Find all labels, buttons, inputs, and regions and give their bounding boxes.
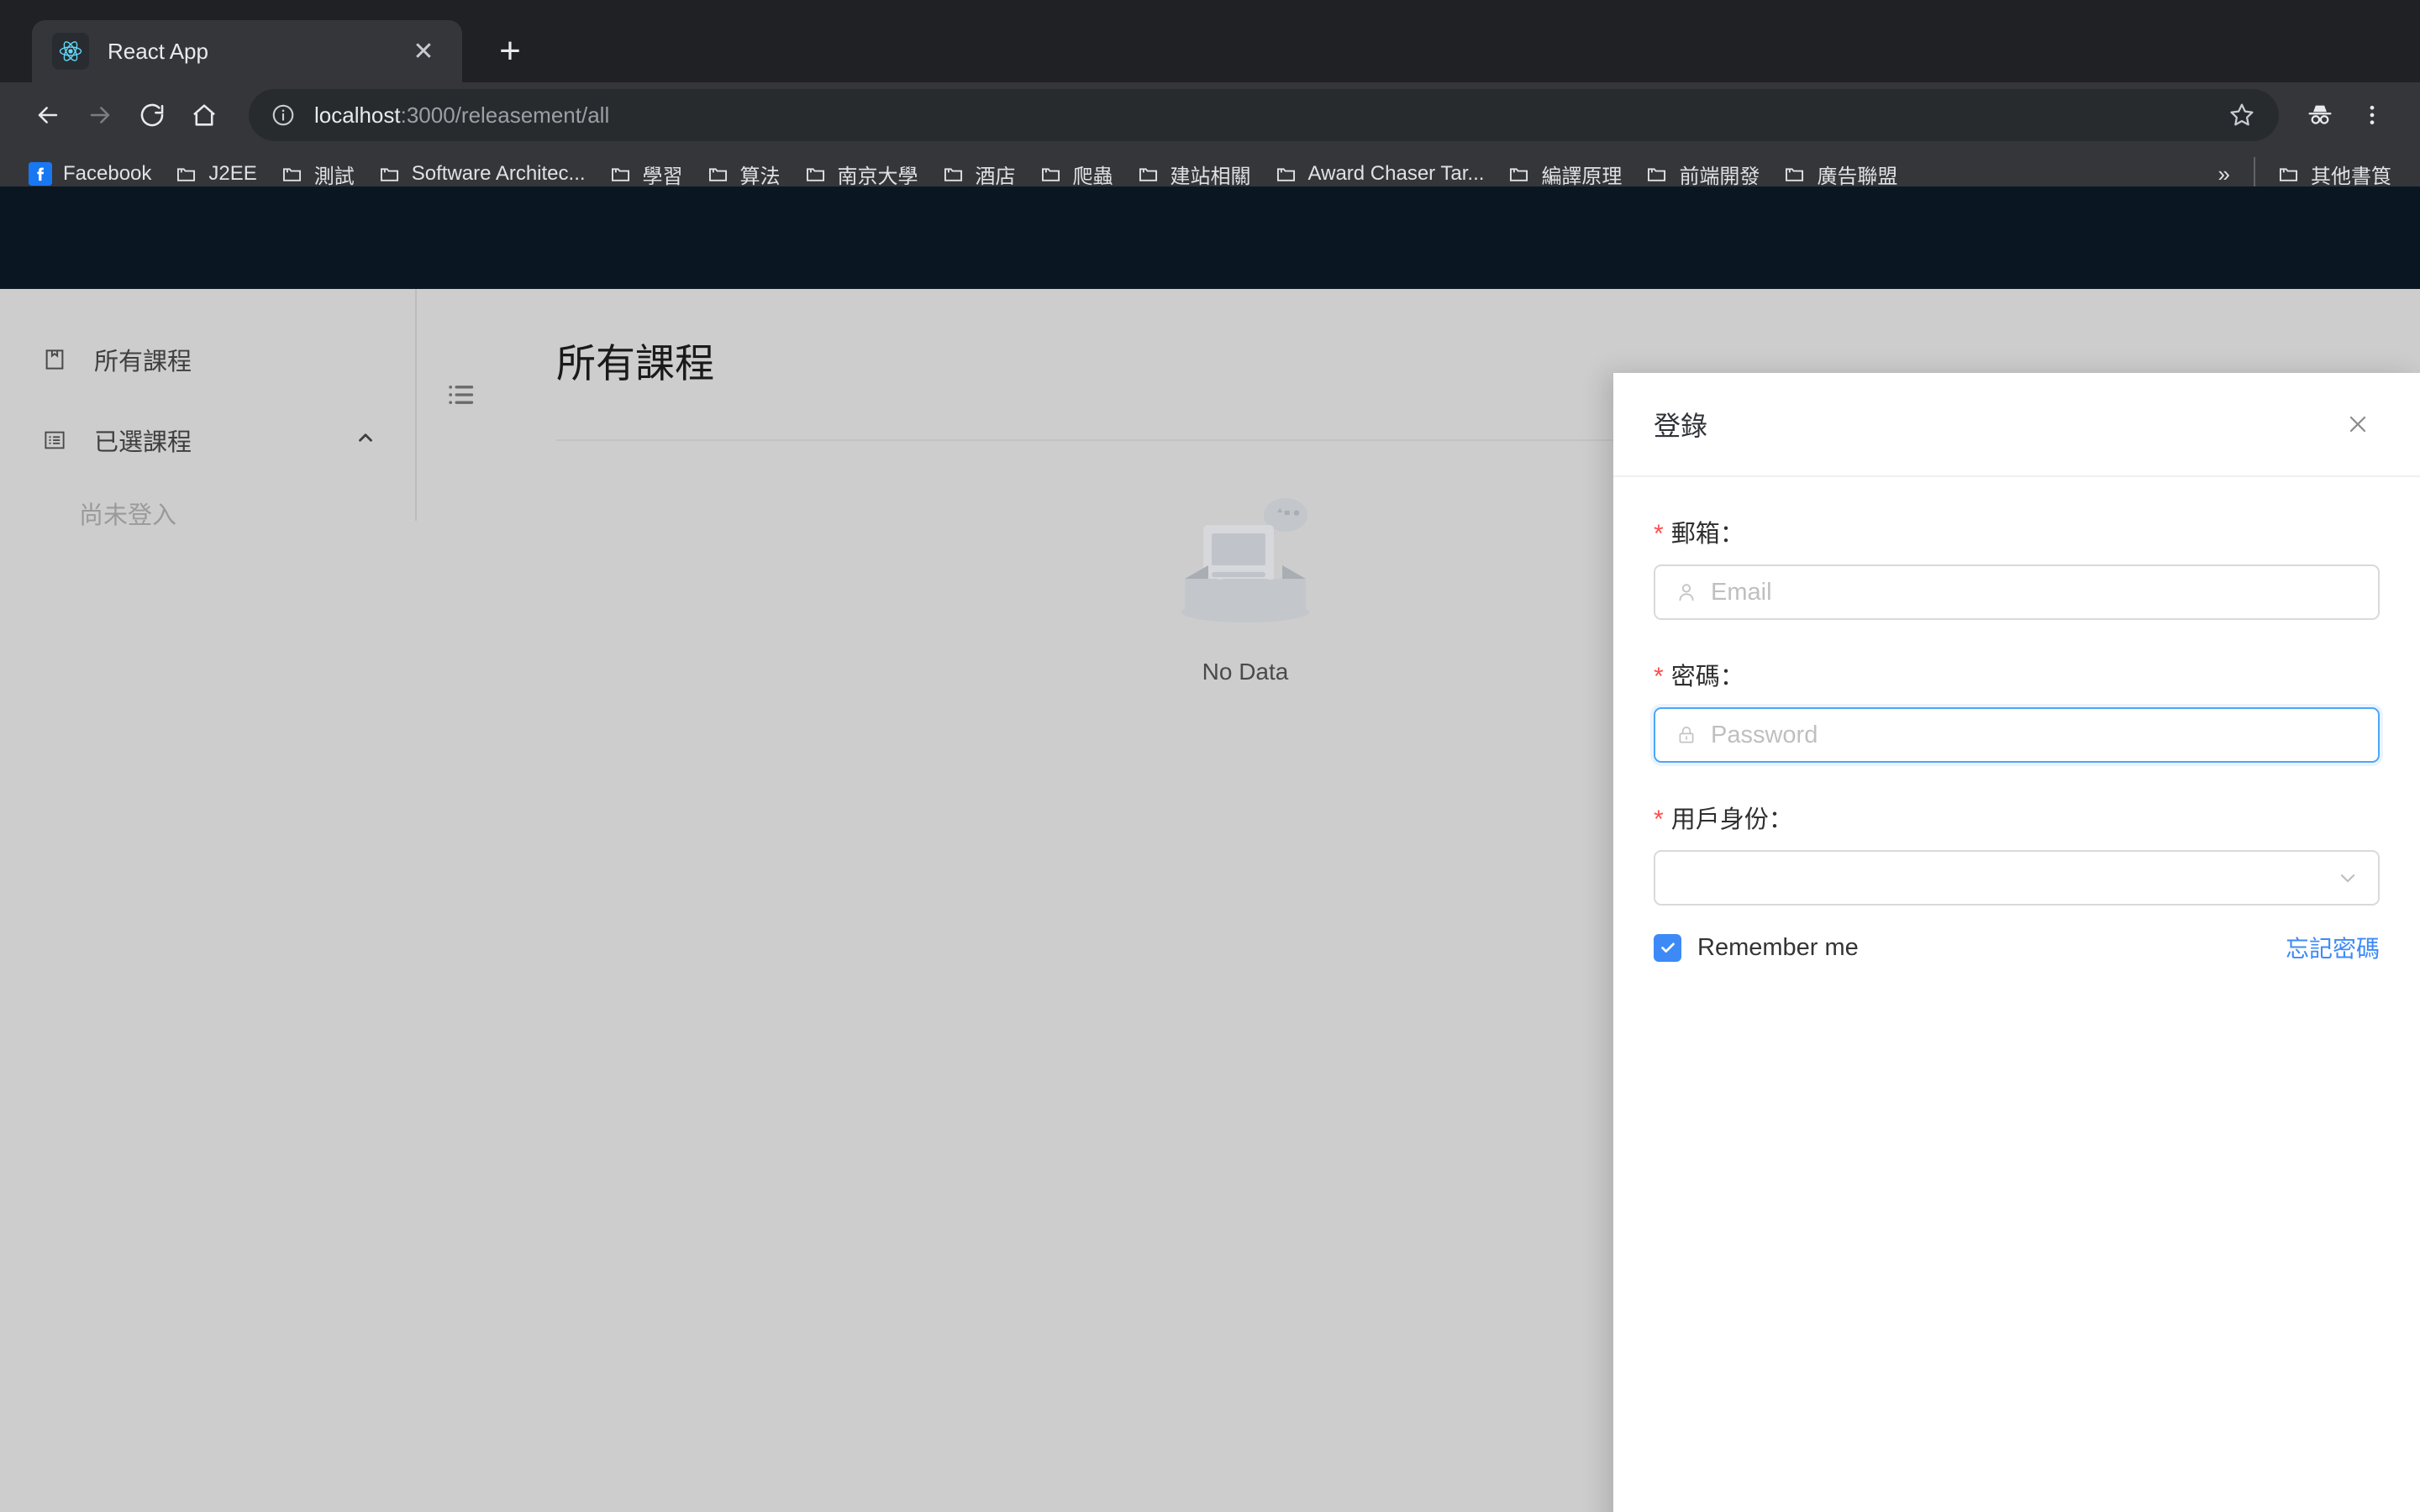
role-select[interactable] xyxy=(1654,850,2380,906)
close-icon[interactable]: ✕ xyxy=(405,33,442,70)
three-dot-menu-icon[interactable] xyxy=(2346,89,2398,141)
bookmark-label: Facebook xyxy=(63,162,151,186)
bookmarks-overflow-button[interactable]: » xyxy=(2205,161,2244,187)
forgot-password-link[interactable]: 忘記密碼 xyxy=(2286,931,2380,964)
app-header-bar xyxy=(0,186,2420,289)
folder-icon xyxy=(1275,163,1297,186)
required-marker: * xyxy=(1654,664,1664,690)
incognito-icon[interactable] xyxy=(2294,89,2346,141)
required-marker: * xyxy=(1654,807,1664,832)
remember-me-label: Remember me xyxy=(1697,934,1859,962)
password-label-text: 密碼： xyxy=(1671,657,1744,692)
divider xyxy=(2254,157,2255,191)
folder-icon xyxy=(1137,163,1160,186)
user-icon xyxy=(1672,578,1701,606)
folder-icon xyxy=(609,163,632,186)
bookmark-label: 其他書筤 xyxy=(2311,160,2391,189)
login-drawer: 登錄 * 郵箱： Email * 密碼： xyxy=(1613,373,2420,1512)
url-path: :3000/releasement/all xyxy=(401,102,610,128)
chevron-down-icon[interactable] xyxy=(2336,866,2360,890)
web-page: 所有課程 已選課程 尚未登入 所有課程 xyxy=(0,186,2420,1512)
bookmark-label: 爬蟲 xyxy=(1073,160,1113,189)
empty-state-label: No Data xyxy=(1202,659,1289,685)
book-icon xyxy=(39,344,71,375)
info-circle-icon[interactable] xyxy=(271,102,296,128)
reload-button[interactable] xyxy=(126,89,178,141)
remember-me-checkbox[interactable]: Remember me xyxy=(1654,934,1859,962)
sidebar: 所有課程 已選課程 尚未登入 xyxy=(0,289,417,521)
folder-icon xyxy=(804,163,827,186)
role-label-text: 用戶身份： xyxy=(1671,800,1793,835)
chevron-up-icon[interactable] xyxy=(355,427,376,454)
url-text: localhost:3000/releasement/all xyxy=(314,102,609,129)
folder-icon xyxy=(942,163,965,186)
sidebar-item-selected-courses[interactable]: 已選課程 xyxy=(0,400,415,480)
star-outline-icon[interactable] xyxy=(2223,97,2260,134)
folder-icon xyxy=(175,163,197,186)
facebook-icon xyxy=(29,162,52,186)
sidebar-item-label: 已選課程 xyxy=(94,423,355,458)
bookmark-label: 酒店 xyxy=(976,160,1016,189)
empty-inbox-illustration xyxy=(1161,491,1329,647)
folder-icon xyxy=(1039,163,1062,186)
folder-icon xyxy=(2277,163,2300,186)
lock-icon xyxy=(1672,721,1701,749)
folder-icon xyxy=(378,163,401,186)
url-host: localhost xyxy=(314,102,401,128)
sidebar-item-label: 所有課程 xyxy=(94,342,376,377)
drawer-body: * 郵箱： Email * 密碼： Passwor xyxy=(1613,477,2420,1512)
password-field-label: * 密碼： xyxy=(1654,657,2380,692)
bookmark-label: Software Architec... xyxy=(412,162,586,186)
email-placeholder: Email xyxy=(1711,579,1772,606)
new-tab-button[interactable]: + xyxy=(482,24,538,79)
role-field-label: * 用戶身份： xyxy=(1654,800,2380,835)
tab-title: React App xyxy=(108,39,405,65)
folder-icon xyxy=(1507,163,1530,186)
password-field[interactable]: Password xyxy=(1654,707,2380,763)
address-bar[interactable]: localhost:3000/releasement/all xyxy=(249,89,2279,141)
bookmark-label: 編譯原理 xyxy=(1541,160,1622,189)
sidebar-item-all-courses[interactable]: 所有課程 xyxy=(0,319,415,400)
react-logo-icon xyxy=(52,33,89,70)
bookmark-label: J2EE xyxy=(208,162,256,186)
bookmark-label: 南京大學 xyxy=(838,160,918,189)
forward-button[interactable] xyxy=(74,89,126,141)
bookmark-label: 前端開發 xyxy=(1679,160,1760,189)
folder-icon xyxy=(707,163,729,186)
bookmark-label: 建站相關 xyxy=(1171,160,1251,189)
sidebar-submenu-not-logged-in: 尚未登入 xyxy=(0,480,415,546)
drawer-title: 登錄 xyxy=(1654,405,2336,444)
drawer-header: 登錄 xyxy=(1613,373,2420,477)
folder-icon xyxy=(1645,163,1668,186)
folder-icon xyxy=(1783,163,1806,186)
list-box-icon xyxy=(39,424,71,456)
email-field[interactable]: Email xyxy=(1654,564,2380,620)
tab-strip: React App ✕ + xyxy=(0,0,2420,82)
folder-icon xyxy=(281,163,303,186)
bookmark-label: Award Chaser Tar... xyxy=(1308,162,1485,186)
bookmark-label: 廣告聯盟 xyxy=(1817,160,1897,189)
home-button[interactable] xyxy=(178,89,230,141)
back-button[interactable] xyxy=(22,89,74,141)
list-bullet-icon[interactable] xyxy=(438,371,485,418)
checkbox-checked-icon xyxy=(1654,934,1681,962)
browser-window: React App ✕ + localhost:3000/releasement… xyxy=(0,0,2420,1512)
password-placeholder: Password xyxy=(1711,722,1818,749)
required-marker: * xyxy=(1654,522,1664,547)
bookmark-label: 學習 xyxy=(643,160,683,189)
bookmark-label: 算法 xyxy=(740,160,781,189)
remember-row: Remember me 忘記密碼 xyxy=(1654,931,2380,964)
bookmark-label: 測試 xyxy=(314,160,355,189)
browser-toolbar: localhost:3000/releasement/all xyxy=(0,82,2420,148)
email-label-text: 郵箱： xyxy=(1671,514,1744,549)
email-field-label: * 郵箱： xyxy=(1654,514,2380,549)
browser-tab-react-app[interactable]: React App ✕ xyxy=(32,20,462,82)
close-icon[interactable] xyxy=(2336,402,2380,446)
